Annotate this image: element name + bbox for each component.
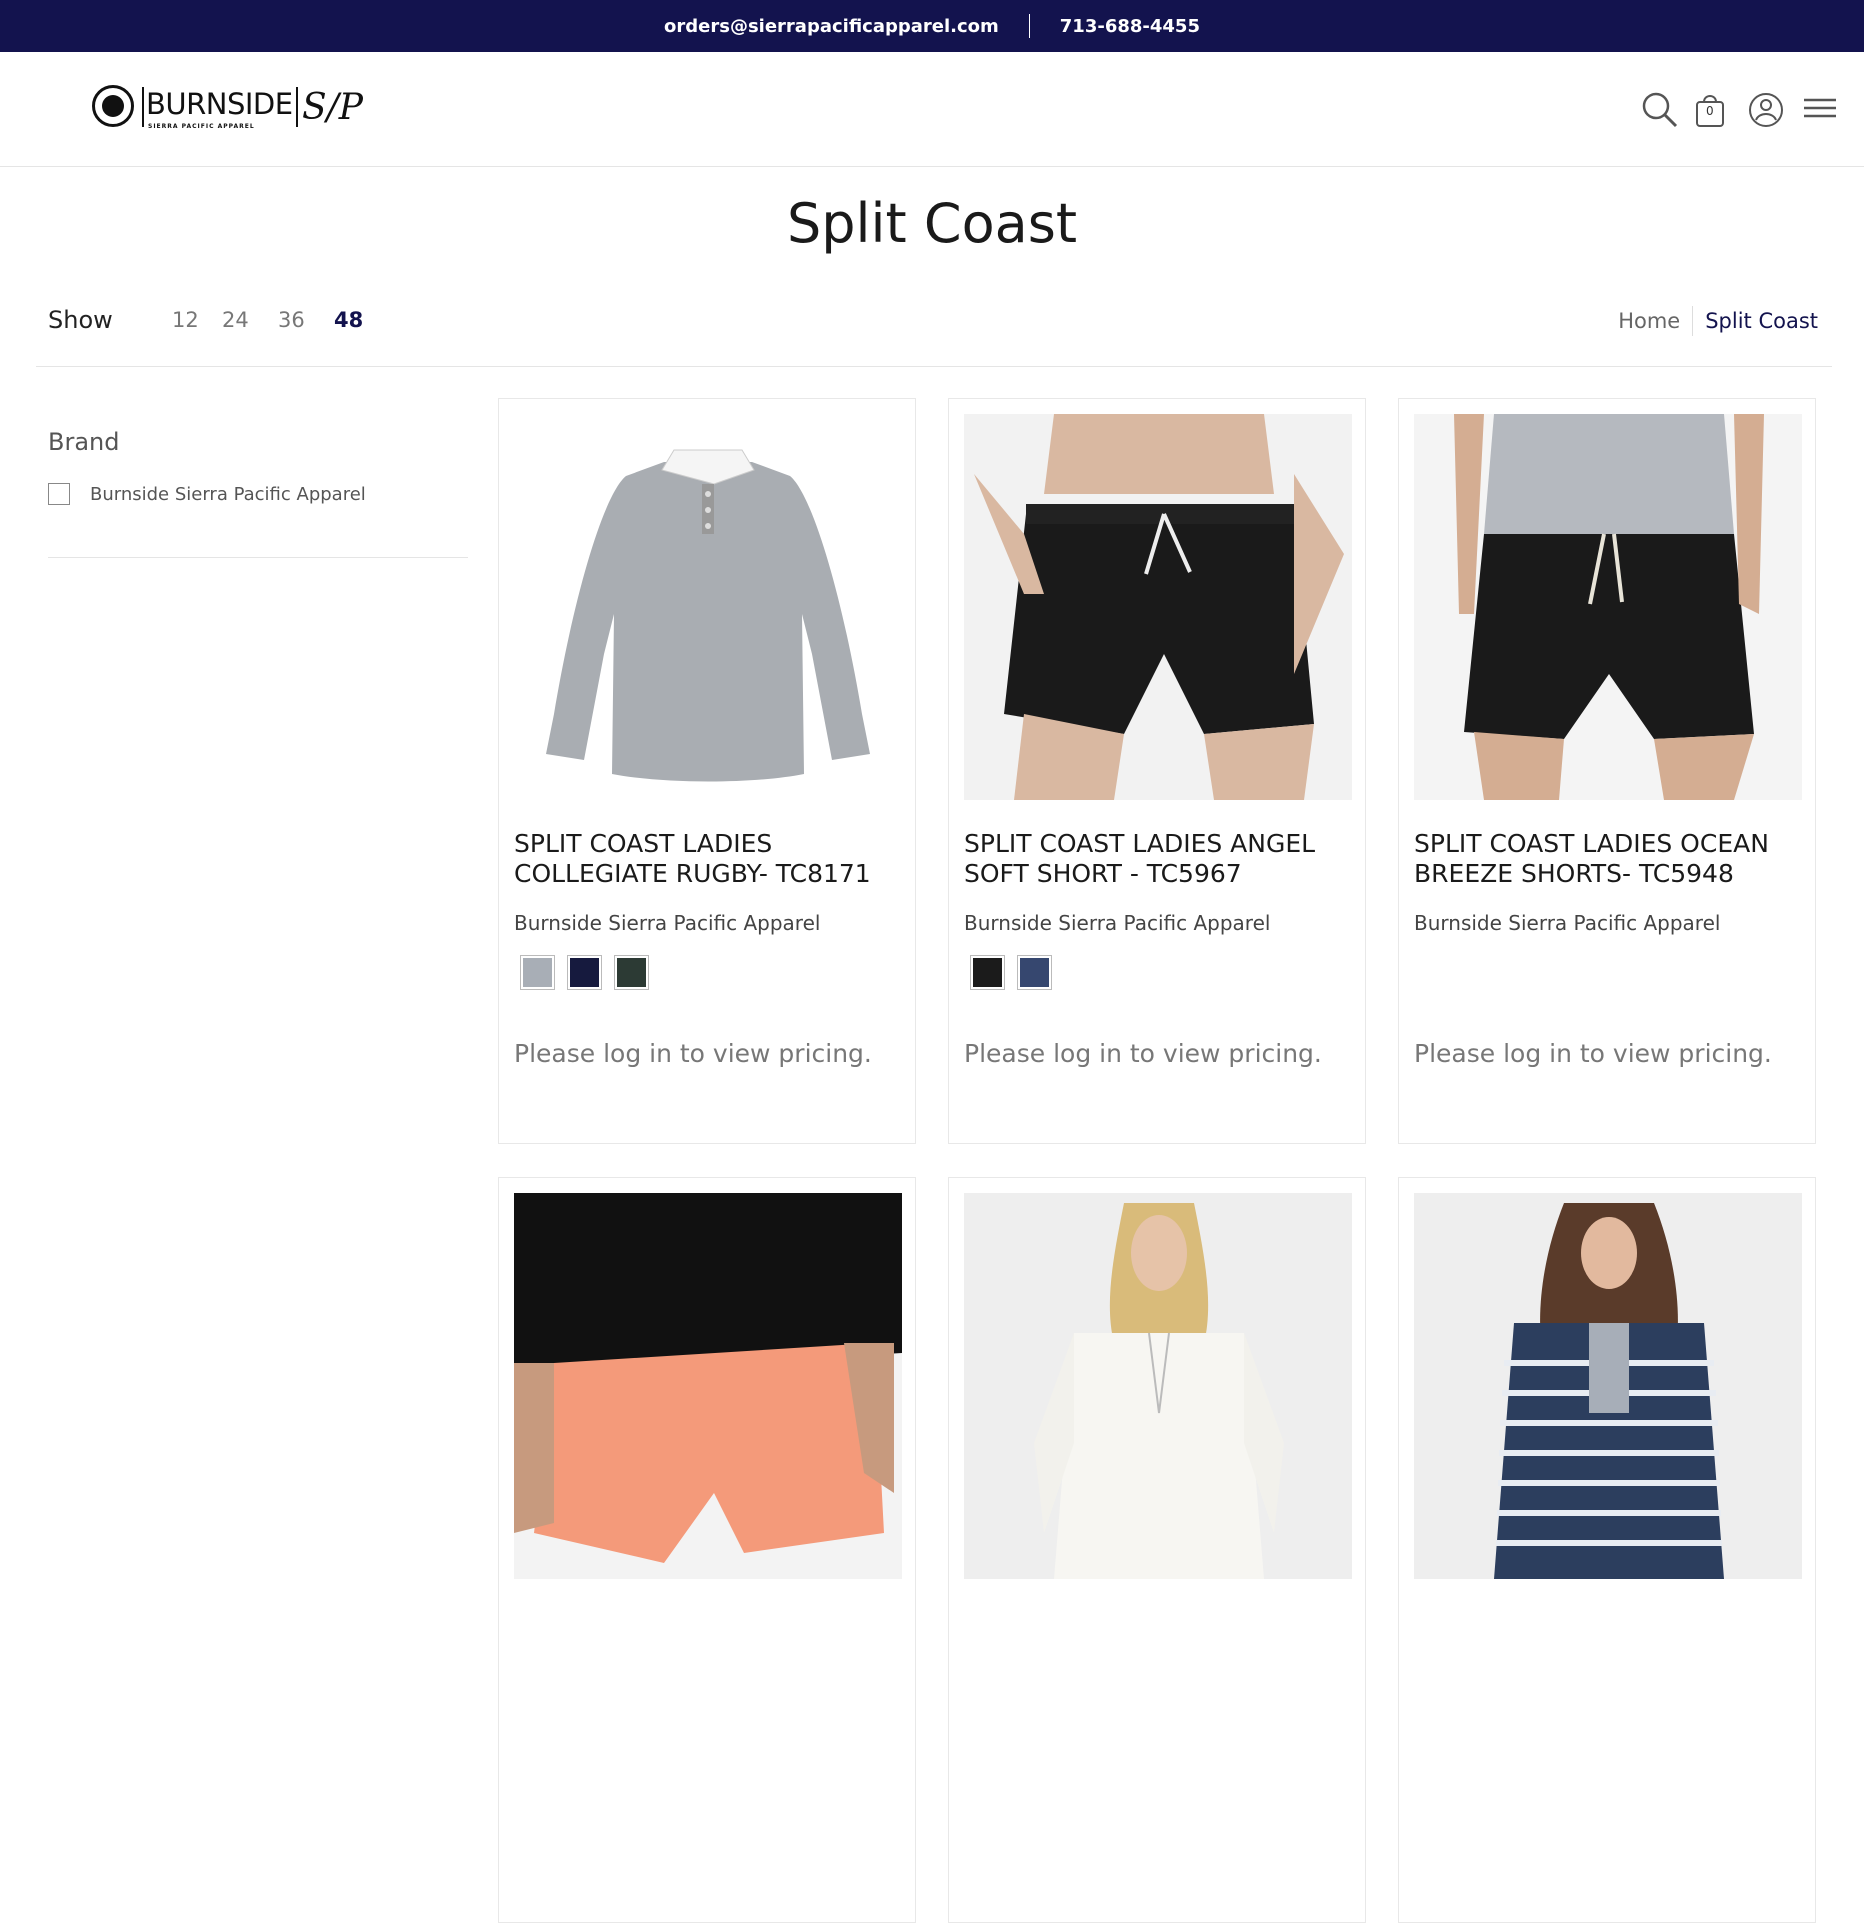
product-vendor: Burnside Sierra Pacific Apparel bbox=[964, 911, 1271, 935]
divider bbox=[36, 366, 1832, 367]
show-option-48[interactable]: 48 bbox=[334, 308, 363, 332]
swatch-navy[interactable] bbox=[567, 955, 602, 990]
product-title[interactable]: SPLIT COAST LADIES OCEAN BREEZE SHORTS- … bbox=[1414, 829, 1804, 889]
show-option-12[interactable]: 12 bbox=[172, 308, 199, 332]
announcement-bar: orders@sierrapacificapparel.com 713-688-… bbox=[0, 0, 1864, 52]
product-title[interactable]: SPLIT COAST LADIES COLLEGIATE RUGBY- TC8… bbox=[514, 829, 904, 889]
price-note: Please log in to view pricing. bbox=[964, 1039, 1322, 1068]
logo-wordmark: BURNSIDE bbox=[146, 87, 293, 121]
price-note: Please log in to view pricing. bbox=[514, 1039, 872, 1068]
filter-option[interactable]: Burnside Sierra Pacific Apparel bbox=[48, 483, 366, 505]
filter-checkbox[interactable] bbox=[48, 483, 70, 505]
product-image[interactable] bbox=[964, 1193, 1352, 1579]
product-vendor: Burnside Sierra Pacific Apparel bbox=[514, 911, 821, 935]
breadcrumb-home[interactable]: Home bbox=[1618, 309, 1680, 333]
divider bbox=[1028, 14, 1030, 38]
product-card[interactable] bbox=[1398, 1177, 1816, 1923]
site-header: BURNSIDE SIERRA PACIFIC APPAREL S/P 0 bbox=[0, 52, 1864, 167]
filter-title: Brand bbox=[48, 428, 120, 456]
email-link[interactable]: orders@sierrapacificapparel.com bbox=[664, 16, 999, 37]
product-card[interactable]: SPLIT COAST LADIES OCEAN BREEZE SHORTS- … bbox=[1398, 398, 1816, 1144]
product-vendor: Burnside Sierra Pacific Apparel bbox=[1414, 911, 1721, 935]
product-image[interactable] bbox=[1414, 1193, 1802, 1579]
color-swatches bbox=[520, 955, 661, 990]
phone-link[interactable]: 713-688-4455 bbox=[1060, 16, 1200, 37]
logo-mark-icon bbox=[92, 85, 134, 127]
product-image[interactable] bbox=[1414, 414, 1802, 800]
color-swatches bbox=[970, 955, 1064, 990]
search-icon[interactable] bbox=[1640, 90, 1680, 130]
swatch-black[interactable] bbox=[970, 955, 1005, 990]
filter-label: Burnside Sierra Pacific Apparel bbox=[90, 483, 366, 505]
product-card[interactable] bbox=[498, 1177, 916, 1923]
product-card[interactable]: SPLIT COAST LADIES COLLEGIATE RUGBY- TC8… bbox=[498, 398, 916, 1144]
swatch-gray[interactable] bbox=[520, 955, 555, 990]
product-image[interactable] bbox=[964, 414, 1352, 800]
cart-icon[interactable]: 0 bbox=[1693, 90, 1733, 130]
breadcrumb-current: Split Coast bbox=[1705, 309, 1818, 333]
divider bbox=[48, 557, 468, 558]
show-label: Show bbox=[48, 306, 113, 334]
site-logo[interactable]: BURNSIDE SIERRA PACIFIC APPAREL S/P bbox=[92, 83, 363, 141]
account-icon[interactable] bbox=[1746, 90, 1786, 130]
logo-monogram: S/P bbox=[302, 87, 364, 128]
menu-icon[interactable] bbox=[1802, 90, 1842, 130]
product-title[interactable]: SPLIT COAST LADIES ANGEL SOFT SHORT - TC… bbox=[964, 829, 1354, 889]
show-option-36[interactable]: 36 bbox=[278, 308, 305, 332]
cart-count: 0 bbox=[1706, 104, 1714, 118]
show-option-24[interactable]: 24 bbox=[222, 308, 249, 332]
product-image[interactable] bbox=[514, 414, 902, 800]
product-card[interactable]: SPLIT COAST LADIES ANGEL SOFT SHORT - TC… bbox=[948, 398, 1366, 1144]
swatch-forest[interactable] bbox=[614, 955, 649, 990]
price-note: Please log in to view pricing. bbox=[1414, 1039, 1772, 1068]
product-image[interactable] bbox=[514, 1193, 902, 1579]
swatch-navy[interactable] bbox=[1017, 955, 1052, 990]
logo-subline: SIERRA PACIFIC APPAREL bbox=[148, 123, 255, 130]
product-card[interactable] bbox=[948, 1177, 1366, 1923]
breadcrumb: Home Split Coast bbox=[1618, 306, 1818, 336]
page-title: Split Coast bbox=[786, 192, 1078, 255]
